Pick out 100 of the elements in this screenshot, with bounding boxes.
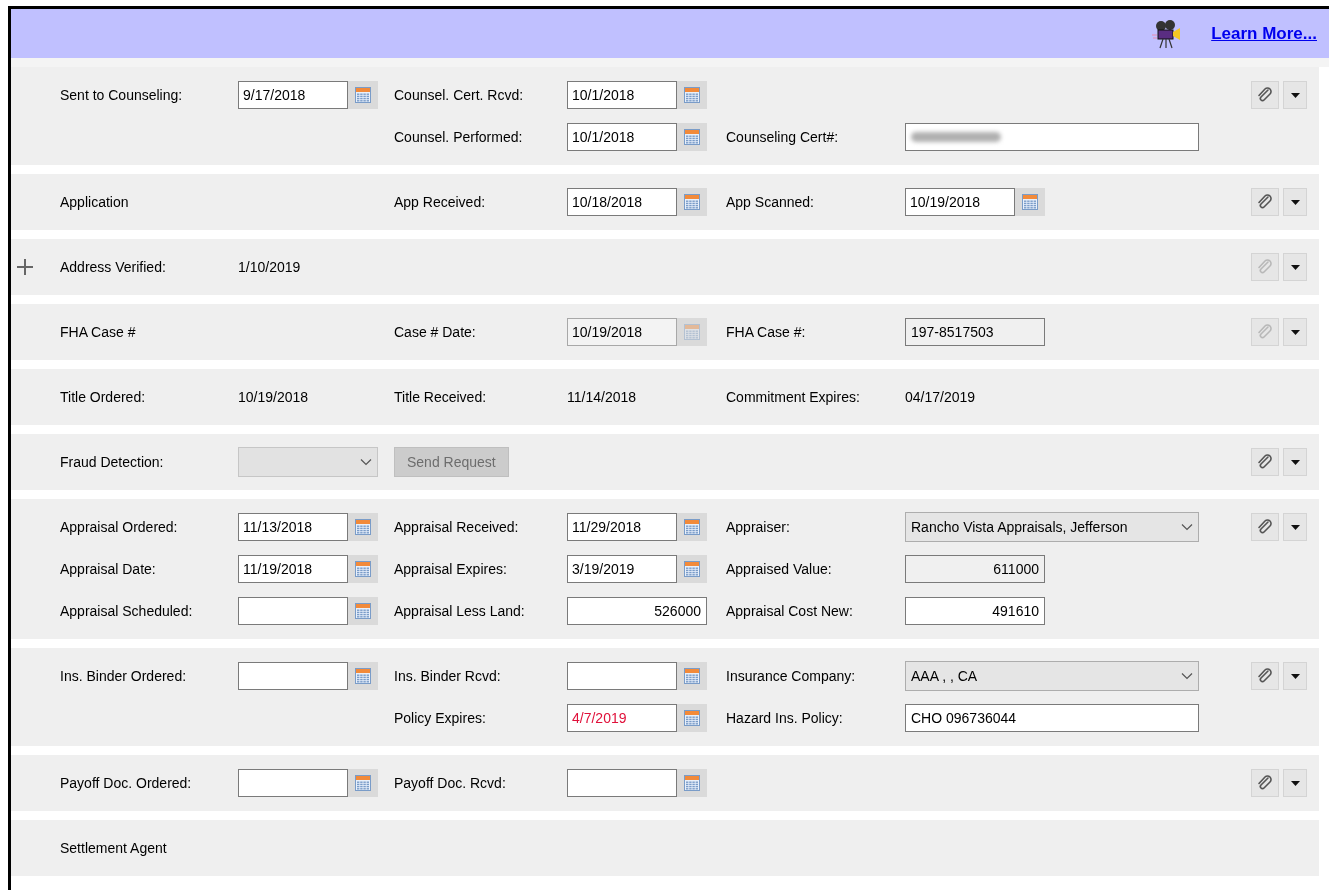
attachment-button[interactable] [1251, 188, 1279, 216]
field-value: 04/17/2019 [905, 387, 976, 407]
field-label: Fraud Detection: [60, 452, 164, 472]
date-field[interactable]: 10/19/2018 [905, 188, 1015, 216]
text-field[interactable]: 611000 [905, 555, 1045, 583]
dropdown-button[interactable] [1283, 448, 1307, 476]
calendar-icon [355, 775, 371, 791]
calendar-icon [684, 561, 700, 577]
dropdown-button[interactable] [1283, 318, 1307, 346]
date-field[interactable] [567, 662, 677, 690]
date-field[interactable]: 9/17/2018 [238, 81, 348, 109]
chevron-down-icon [1181, 523, 1193, 531]
dropdown[interactable]: Rancho Vista Appraisals, Jefferson [905, 512, 1199, 542]
attachment-button[interactable] [1251, 81, 1279, 109]
field-label: Appraiser: [726, 517, 790, 537]
attachment-button[interactable] [1251, 513, 1279, 541]
date-field[interactable]: 10/18/2018 [567, 188, 677, 216]
dropdown-button[interactable] [1283, 769, 1307, 797]
calendar-button[interactable] [677, 769, 707, 797]
calendar-button[interactable] [348, 769, 378, 797]
expand-icon[interactable] [17, 259, 33, 275]
dropdown-button[interactable] [1283, 662, 1307, 690]
field-label: Address Verified: [60, 257, 166, 277]
date-field[interactable]: 3/19/2019 [567, 555, 677, 583]
attachment-button[interactable] [1251, 769, 1279, 797]
field-value: 11/14/2018 [567, 387, 637, 407]
field-label: Sent to Counseling: [60, 85, 183, 105]
dropdown-button[interactable] [1283, 188, 1307, 216]
calendar-button[interactable] [677, 123, 707, 151]
field-value: 1/10/2019 [238, 257, 301, 277]
dropdown-button[interactable] [1283, 513, 1307, 541]
calendar-icon [684, 710, 700, 726]
caret-icon [1290, 459, 1300, 465]
attachment-button[interactable] [1251, 448, 1279, 476]
text-field[interactable]: 526000 [567, 597, 707, 625]
dropdown-button[interactable] [1283, 81, 1307, 109]
chevron-down-icon [360, 458, 372, 466]
text-field[interactable]: 197-8517503 [905, 318, 1045, 346]
caret-icon [1290, 780, 1300, 786]
dropdown[interactable]: AAA , , CA [905, 661, 1199, 691]
date-field[interactable] [238, 662, 348, 690]
date-field[interactable]: 11/19/2018 [238, 555, 348, 583]
field-label: Case # Date: [394, 322, 476, 342]
paperclip-icon [1256, 453, 1274, 471]
field-label: Appraisal Expires: [394, 559, 507, 579]
calendar-icon [684, 87, 700, 103]
calendar-icon [684, 324, 700, 340]
field-value: 10/19/2018 [238, 387, 309, 407]
text-field[interactable]: CHO 096736044 [905, 704, 1199, 732]
field-label: Ins. Binder Ordered: [60, 666, 187, 686]
paperclip-icon [1256, 518, 1274, 536]
attachment-button[interactable] [1251, 662, 1279, 690]
dropdown-button[interactable] [1283, 253, 1307, 281]
chevron-down-icon [1181, 672, 1193, 680]
text-field[interactable]: 491610 [905, 597, 1045, 625]
date-field[interactable]: 11/29/2018 [567, 513, 677, 541]
field-label: App Received: [394, 192, 486, 212]
calendar-icon [355, 603, 371, 619]
field-label: FHA Case #: [726, 322, 806, 342]
calendar-button[interactable] [348, 81, 378, 109]
field-label: Appraisal Less Land: [394, 601, 525, 621]
field-label: Appraisal Scheduled: [60, 601, 193, 621]
redacted-field[interactable] [905, 123, 1199, 151]
calendar-button[interactable] [348, 555, 378, 583]
field-label: Appraisal Ordered: [60, 517, 178, 537]
field-label: Hazard Ins. Policy: [726, 708, 843, 728]
field-label: Settlement Agent [60, 838, 167, 858]
calendar-icon [684, 129, 700, 145]
caret-icon [1290, 524, 1300, 530]
calendar-button[interactable] [677, 513, 707, 541]
date-field[interactable]: 10/1/2018 [567, 123, 677, 151]
field-label: Title Ordered: [60, 387, 146, 407]
date-field[interactable] [238, 597, 348, 625]
caret-icon [1290, 264, 1300, 270]
field-label: Payoff Doc. Rcvd: [394, 773, 506, 793]
date-field[interactable] [567, 769, 677, 797]
paperclip-icon [1256, 667, 1274, 685]
caret-icon [1290, 673, 1300, 679]
calendar-button[interactable] [1015, 188, 1045, 216]
calendar-icon [355, 87, 371, 103]
field-label: Application [60, 192, 129, 212]
calendar-button[interactable] [677, 555, 707, 583]
calendar-button[interactable] [677, 81, 707, 109]
date-field[interactable]: 11/13/2018 [238, 513, 348, 541]
field-label: Title Received: [394, 387, 487, 407]
field-label: Appraised Value: [726, 559, 832, 579]
paperclip-icon [1256, 193, 1274, 211]
date-field[interactable]: 10/1/2018 [567, 81, 677, 109]
calendar-button[interactable] [677, 662, 707, 690]
field-label: Appraisal Cost New: [726, 601, 853, 621]
calendar-button[interactable] [348, 513, 378, 541]
date-field[interactable] [238, 769, 348, 797]
paperclip-icon [1256, 258, 1274, 276]
learn-more-link[interactable]: Learn More... [1211, 20, 1317, 47]
calendar-button[interactable] [677, 704, 707, 732]
calendar-button[interactable] [348, 662, 378, 690]
calendar-button[interactable] [677, 188, 707, 216]
paperclip-icon [1256, 323, 1274, 341]
date-field[interactable]: 4/7/2019 [567, 704, 677, 732]
calendar-button[interactable] [348, 597, 378, 625]
